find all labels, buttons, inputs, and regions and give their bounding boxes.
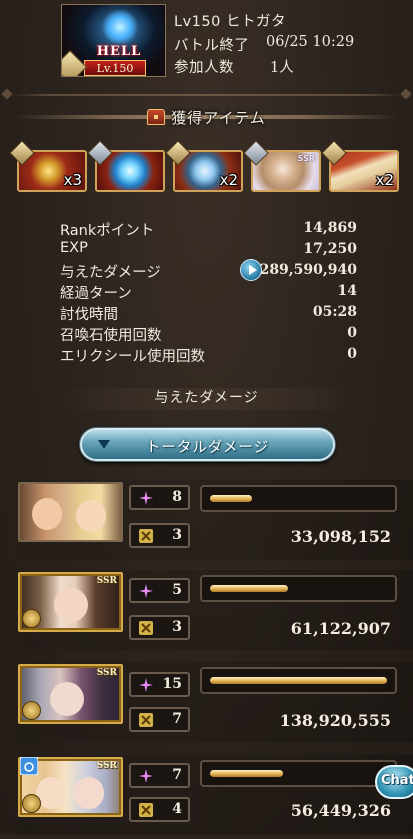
attack-count: 4: [172, 801, 182, 817]
uncap-rank-icon: [22, 701, 41, 720]
damage-header: 与えたダメージ: [0, 388, 413, 410]
ssr-badge: SSR: [96, 576, 117, 586]
difficulty-tag: HELL: [96, 44, 142, 59]
participants-label: 参加人数: [174, 60, 234, 76]
sparkle-icon: [139, 584, 153, 598]
ability-count: 5: [172, 582, 182, 598]
damage-value: 138,920,555: [279, 711, 391, 730]
portrait-face: [74, 777, 104, 809]
ability-count: 8: [172, 489, 182, 505]
damage-title: 与えたダメージ: [154, 390, 259, 406]
crossed-swords-icon: [139, 529, 153, 543]
level-tag: Lv.150: [84, 60, 146, 76]
ssr-badge: SSR: [96, 668, 117, 678]
attack-count-box: 4: [129, 797, 190, 822]
sparkle-icon: [139, 678, 153, 692]
stat-summon-value: 0: [347, 325, 357, 341]
damage-row: SSR 7 4 56,449,326: [0, 755, 413, 839]
damage-bar: [200, 485, 397, 512]
sparkle-icon: [139, 491, 153, 505]
damage-value: 33,098,152: [290, 527, 391, 546]
stat-exp-label: EXP: [60, 240, 88, 256]
stat-turns-label: 経過ターン: [60, 286, 132, 302]
stat-time-label: 討伐時間: [60, 307, 118, 323]
item-quantity: x2: [219, 171, 238, 189]
damage-row: SSR 15 7 138,920,555: [0, 662, 413, 746]
item-quantity: x2: [375, 171, 394, 189]
character-portrait[interactable]: [18, 482, 123, 542]
attack-count-box: 7: [129, 707, 190, 732]
attack-count: 3: [172, 619, 182, 635]
character-portrait[interactable]: SSR: [18, 572, 123, 632]
portrait-face: [32, 498, 62, 530]
chat-button[interactable]: Chat: [375, 765, 413, 799]
item-slot-3[interactable]: x2: [165, 140, 243, 192]
damage-bar-fill: [210, 585, 288, 592]
quest-thumbnail[interactable]: HELL Lv.150: [61, 4, 166, 77]
stat-turns-value: 14: [337, 283, 357, 299]
item-slot-4[interactable]: SSR: [243, 140, 321, 192]
chat-label: Chat: [381, 773, 413, 788]
attack-count: 3: [172, 527, 182, 543]
ability-count: 15: [162, 676, 182, 692]
total-damage-label: トータルダメージ: [145, 440, 270, 456]
stat-time-value: 05:28: [312, 304, 357, 320]
uncap-rank-icon: [22, 794, 41, 813]
stat-rank-points-value: 14,869: [303, 220, 357, 236]
item-slot-1[interactable]: x3: [9, 140, 87, 192]
stat-rank-points-label: Rankポイント: [60, 223, 155, 239]
damage-bar-fill: [210, 770, 283, 777]
ability-count-box: 15: [129, 672, 190, 697]
attack-count-box: 3: [129, 523, 190, 548]
ability-count-box: 7: [129, 763, 190, 788]
stat-damage-label: 与えたダメージ: [60, 265, 161, 281]
damage-row: 8 3 33,098,152: [0, 480, 413, 564]
damage-bar-fill: [210, 677, 387, 684]
damage-value: 61,122,907: [290, 619, 391, 638]
ssr-badge: SSR: [96, 761, 117, 771]
attack-count: 7: [172, 711, 182, 727]
ssr-badge: SSR: [297, 154, 315, 163]
water-element-icon: [20, 757, 38, 775]
stat-elixir-value: 0: [347, 346, 357, 362]
items-title: 獲得アイテム: [171, 108, 266, 127]
character-portrait[interactable]: SSR: [18, 664, 123, 724]
battle-end-value: 06/25 10:29: [266, 34, 355, 50]
stat-exp-value: 17,250: [303, 241, 357, 257]
crossed-swords-icon: [139, 621, 153, 635]
header-divider: [10, 94, 403, 96]
battle-end-label: バトル終了: [174, 38, 250, 54]
damage-bar: [200, 575, 397, 602]
item-quantity: x3: [63, 171, 82, 189]
stat-summon-label: 召喚石使用回数: [60, 328, 162, 344]
damage-row: SSR 5 3 61,122,907: [0, 570, 413, 654]
damage-bar: [200, 667, 397, 694]
treasure-chest-icon: [147, 109, 166, 125]
portrait-face: [50, 682, 84, 716]
damage-bar-fill: [210, 495, 252, 502]
crossed-swords-icon: [139, 713, 153, 727]
uncap-rank-icon: [22, 609, 41, 628]
items-header: 獲得アイテム: [15, 102, 398, 132]
stat-elixir-label: エリクシール使用回数: [60, 349, 205, 365]
quest-name: Lv150 ヒトガタ: [174, 14, 286, 30]
item-slot-2[interactable]: [87, 140, 165, 192]
participants-value: 1人: [270, 60, 294, 76]
sparkle-icon: [139, 769, 153, 783]
item-slot-5[interactable]: x2: [321, 140, 399, 192]
ability-count: 7: [172, 767, 182, 783]
stat-damage-value: 289,590,940: [259, 262, 357, 278]
damage-value: 56,449,326: [290, 801, 391, 820]
ability-count-box: 5: [129, 578, 190, 603]
boss-glow: [102, 9, 138, 45]
total-damage-button[interactable]: トータルダメージ: [80, 428, 335, 461]
damage-bar: [200, 760, 397, 787]
portrait-face: [76, 500, 106, 532]
portrait-face: [54, 588, 88, 622]
crossed-swords-icon: [139, 803, 153, 817]
ability-count-box: 8: [129, 485, 190, 510]
attack-count-box: 3: [129, 615, 190, 640]
